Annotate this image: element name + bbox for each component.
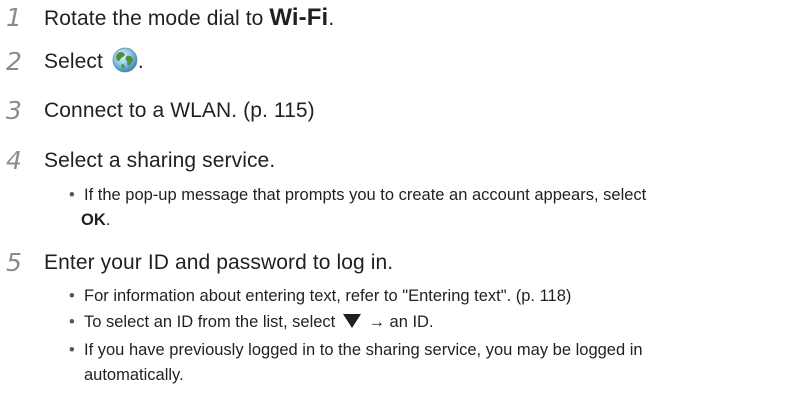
- wifi-mode-label: Wi-Fi: [269, 4, 329, 31]
- step-number: 4: [6, 146, 22, 175]
- down-triangle-icon: [342, 314, 361, 328]
- bullet-dot-icon: •: [69, 313, 75, 331]
- bullet-item: • If you have previously logged in to th…: [69, 338, 769, 388]
- bullet-dot-icon: •: [69, 341, 75, 359]
- step-number: 2: [6, 47, 22, 76]
- bullet-item: • To select an ID from the list, select …: [69, 310, 769, 335]
- step-text: Connect to a WLAN. (p. 115): [44, 99, 315, 122]
- globe-icon: [112, 47, 138, 73]
- bullet-item: • For information about entering text, r…: [69, 284, 769, 309]
- bullet-dot-icon: •: [69, 186, 75, 204]
- step-text: Rotate the mode dial to Wi-Fi.: [44, 4, 335, 31]
- step-text: Select a sharing service.: [44, 149, 276, 172]
- step-text: Enter your ID and password to log in.: [44, 251, 394, 274]
- bullet-item: • If the pop-up message that prompts you…: [69, 183, 769, 233]
- step-number: 1: [6, 3, 22, 32]
- ok-label: OK: [81, 211, 106, 229]
- step-number: 5: [6, 248, 22, 277]
- step-number: 3: [6, 96, 22, 125]
- bullet-dot-icon: •: [69, 287, 75, 305]
- step-text: Select .: [44, 44, 144, 80]
